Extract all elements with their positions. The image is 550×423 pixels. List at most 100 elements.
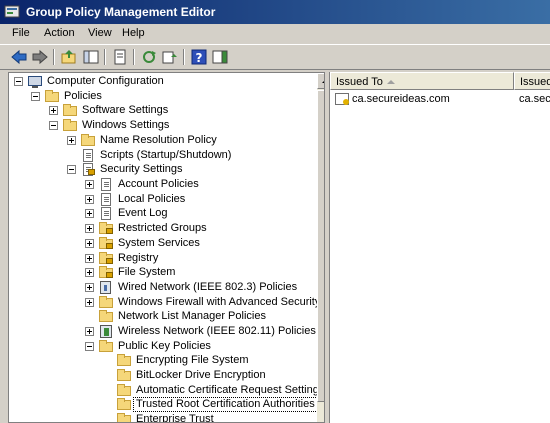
tree-node-label: Wireless Network (IEEE 802.11) Policies	[118, 325, 316, 337]
menu-help[interactable]: Help	[118, 27, 149, 39]
locked-folder-icon	[98, 236, 114, 251]
expand-icon[interactable]	[85, 283, 94, 292]
expand-icon[interactable]	[85, 268, 94, 277]
scroll-thumb[interactable]	[317, 90, 324, 402]
svg-text:?: ?	[196, 51, 203, 65]
expand-icon[interactable]	[49, 106, 58, 115]
toolbar-separator	[53, 49, 55, 65]
tree-node-account-policies[interactable]: Account Policies	[9, 177, 315, 192]
menu-action[interactable]: Action	[40, 27, 79, 39]
sort-ascending-icon	[387, 80, 395, 84]
expand-icon[interactable]	[85, 298, 94, 307]
tree-node-bitlocker[interactable]: BitLocker Drive Encryption	[9, 368, 315, 383]
tree-node-label: Account Policies	[118, 178, 199, 190]
tree-node-label: Public Key Policies	[118, 340, 211, 352]
tree-node-label: Computer Configuration	[47, 75, 164, 87]
column-header-issued-by[interactable]: Issued	[514, 72, 550, 90]
tree-node-label: Encrypting File System	[136, 354, 249, 366]
collapse-icon[interactable]	[85, 342, 94, 351]
scroll-up-icon[interactable]	[317, 73, 324, 89]
tree-node-name-resolution-policy[interactable]: Name Resolution Policy	[9, 133, 315, 148]
tree-node-encrypting-file-system[interactable]: Encrypting File System	[9, 353, 315, 368]
tree-node-restricted-groups[interactable]: Restricted Groups	[9, 221, 315, 236]
expand-icon[interactable]	[85, 239, 94, 248]
show-hide-action-pane-icon[interactable]	[211, 48, 229, 66]
tree-node-wired-network[interactable]: Wired Network (IEEE 802.3) Policies	[9, 280, 315, 295]
policy-icon	[98, 192, 114, 207]
help-icon[interactable]: ?	[190, 48, 208, 66]
folder-icon	[116, 383, 132, 398]
expand-icon[interactable]	[85, 209, 94, 218]
tree-scrollbar[interactable]	[317, 73, 324, 422]
tree-node-file-system[interactable]: File System	[9, 265, 315, 280]
folder-icon	[116, 368, 132, 383]
toolbar-separator	[183, 49, 185, 65]
collapse-icon[interactable]	[14, 77, 23, 86]
menu-view[interactable]: View	[84, 27, 116, 39]
tree-node-computer-configuration[interactable]: Computer Configuration	[9, 74, 315, 89]
locked-folder-icon	[98, 265, 114, 280]
tree-node-label: Network List Manager Policies	[118, 310, 266, 322]
console-tree[interactable]: Computer Configuration Policies Software…	[8, 72, 325, 423]
certificate-icon	[335, 93, 349, 105]
tree-node-public-key-policies[interactable]: Public Key Policies	[9, 339, 315, 354]
back-icon[interactable]	[10, 48, 28, 66]
tree-node-label: Name Resolution Policy	[100, 134, 217, 146]
folder-icon	[62, 103, 78, 118]
tree-node-label: Scripts (Startup/Shutdown)	[100, 149, 232, 161]
refresh-icon[interactable]	[140, 48, 158, 66]
toolbar-separator	[104, 49, 106, 65]
policy-icon	[98, 177, 114, 192]
tree-node-label: Enterprise Trust	[136, 413, 214, 423]
tree-node-windows-firewall[interactable]: Windows Firewall with Advanced Security	[9, 295, 320, 310]
expand-icon[interactable]	[85, 327, 94, 336]
tree-node-scripts[interactable]: Scripts (Startup/Shutdown)	[9, 148, 315, 163]
column-header-label: Issued To	[336, 76, 383, 88]
expand-icon[interactable]	[85, 180, 94, 189]
show-hide-tree-icon[interactable]	[82, 48, 100, 66]
network-icon	[98, 280, 114, 295]
collapse-icon[interactable]	[31, 92, 40, 101]
tree-node-label: Wired Network (IEEE 802.3) Policies	[118, 281, 298, 293]
menu-file[interactable]: File	[8, 27, 34, 39]
export-list-icon[interactable]	[111, 48, 129, 66]
tree-node-label: Restricted Groups	[118, 222, 207, 234]
column-header-label: Issued	[520, 76, 550, 88]
collapse-icon[interactable]	[49, 121, 58, 130]
collapse-icon[interactable]	[67, 165, 76, 174]
tree-node-label: BitLocker Drive Encryption	[136, 369, 266, 381]
tree-node-trusted-root[interactable]: Trusted Root Certification Authorities	[9, 397, 318, 412]
security-settings-icon	[80, 162, 96, 177]
tree-node-local-policies[interactable]: Local Policies	[9, 192, 315, 207]
tree-node-enterprise-trust[interactable]: Enterprise Trust	[9, 412, 315, 423]
tree-node-label: Windows Settings	[82, 119, 170, 131]
certificate-list[interactable]: Issued To Issued ca.secureideas.com ca.s…	[329, 72, 550, 423]
tree-node-auto-cert-request[interactable]: Automatic Certificate Request Settings	[9, 383, 324, 398]
tree-node-system-services[interactable]: System Services	[9, 236, 315, 251]
tree-node-security-settings[interactable]: Security Settings	[9, 162, 315, 177]
tree-node-network-list-manager[interactable]: Network List Manager Policies	[9, 309, 315, 324]
tree-node-label: Local Policies	[118, 193, 186, 205]
column-header-issued-to[interactable]: Issued To	[330, 72, 514, 90]
cert-issued-to: ca.secureideas.com	[352, 93, 450, 105]
expand-icon[interactable]	[85, 254, 94, 263]
forward-icon[interactable]	[31, 48, 49, 66]
tree-node-windows-settings[interactable]: Windows Settings	[9, 118, 315, 133]
computer-icon	[27, 74, 43, 89]
tree-node-wireless-network[interactable]: Wireless Network (IEEE 802.11) Policies	[9, 324, 316, 339]
tree-node-event-log[interactable]: Event Log	[9, 206, 315, 221]
properties-icon[interactable]	[161, 48, 179, 66]
folder-icon	[62, 118, 78, 133]
tree-node-policies[interactable]: Policies	[9, 89, 315, 104]
locked-folder-icon	[98, 251, 114, 266]
folder-icon	[98, 309, 114, 324]
up-folder-icon[interactable]	[60, 48, 78, 66]
tree-node-registry[interactable]: Registry	[9, 251, 315, 266]
expand-icon[interactable]	[67, 136, 76, 145]
expand-icon[interactable]	[85, 224, 94, 233]
tree-node-label: Automatic Certificate Request Settings	[136, 384, 325, 396]
folder-icon	[80, 133, 96, 148]
tree-node-software-settings[interactable]: Software Settings	[9, 103, 315, 118]
list-item[interactable]: ca.secureideas.com ca.secu	[330, 91, 550, 108]
expand-icon[interactable]	[85, 195, 94, 204]
